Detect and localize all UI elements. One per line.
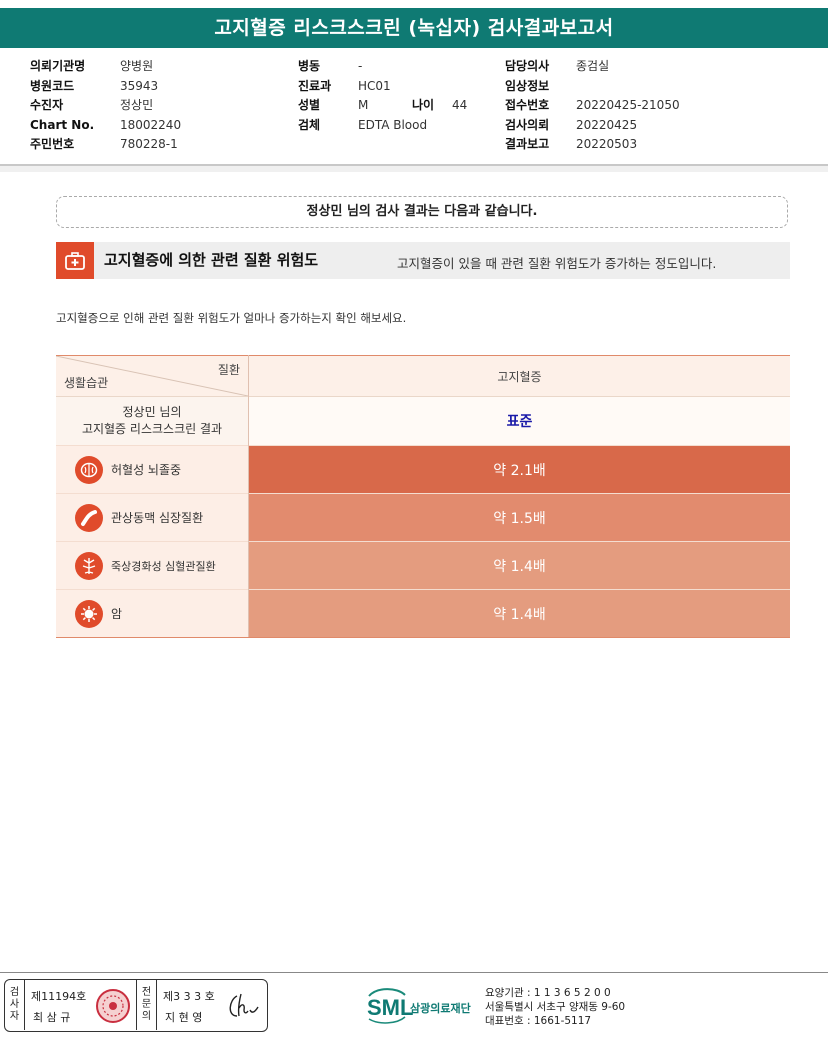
artery-icon <box>75 503 103 532</box>
table-row: 허혈성 뇌졸중 약 2.1배 <box>56 445 790 494</box>
disease-cell: 죽상경화성 심혈관질환 <box>56 541 249 590</box>
header-lifestyle-label: 생활습관 <box>64 376 109 390</box>
meta-key: 수진자 <box>30 98 64 112</box>
tester-label: 검 사 자 <box>5 980 25 1030</box>
meta-value: 20220503 <box>576 137 638 151</box>
column-header: 고지혈증 <box>248 355 790 397</box>
patient-info-column-2: 병동 - 진료과 HC01 성별 M 나이 44 검체 EDTA Blood <box>298 57 467 135</box>
meta-value: 양병원 <box>120 59 154 73</box>
table-row: 죽상경화성 심혈관질환 약 1.4배 <box>56 541 790 590</box>
result-value: 표준 <box>248 396 790 446</box>
meta-value: 20220425 <box>576 117 638 132</box>
disease-cell: 허혈성 뇌졸중 <box>56 445 249 494</box>
header-shadow <box>0 166 828 172</box>
table-header-row: 질환 생활습관 고지혈증 <box>56 355 790 397</box>
doctor-name: 지 현 영 <box>165 1011 203 1024</box>
risk-value: 약 1.4배 <box>248 589 790 638</box>
disease-cell: 관상동맥 심장질환 <box>56 493 249 542</box>
report-title: 고지혈증 리스크스크린 (녹십자) 검사결과보고서 <box>0 8 828 48</box>
meta-key: 의뢰기관명 <box>30 59 86 73</box>
age-key: 나이 <box>412 98 435 112</box>
org-logo-text: SML <box>367 995 413 1020</box>
meta-key: 성별 <box>298 98 321 112</box>
disease-name: 죽상경화성 심혈관질환 <box>111 559 216 573</box>
footer-divider <box>0 972 828 973</box>
cancer-cell-icon <box>75 599 103 628</box>
sml-logo-mark-icon: SML 삼광의료재단 <box>367 988 471 1024</box>
tester-name: 최 삼 규 <box>33 1011 71 1024</box>
vessel-icon <box>75 551 103 580</box>
doctor-license-no: 제3 3 3 호 <box>163 990 215 1003</box>
doctor-signature <box>229 993 259 1017</box>
care-code: 요양기관 : 1 1 3 6 5 2 0 0 <box>485 987 611 999</box>
org-name: 삼광의료재단 <box>410 1001 471 1015</box>
meta-key: 검체 <box>298 117 321 132</box>
meta-value: 35943 <box>120 78 159 93</box>
risk-table: 질환 생활습관 고지혈증 정상민 님의 고지혈증 리스크스크린 결과 표준 허혈… <box>56 355 790 638</box>
disease-name: 허혈성 뇌졸중 <box>111 463 182 477</box>
patient-info-column-3: 담당의사 종검실 임상정보 접수번호 20220425-21050 검사의뢰 2022… <box>505 57 680 155</box>
meta-key: 병원코드 <box>30 78 75 93</box>
meta-value: 20220425-21050 <box>576 98 680 112</box>
address: 서울특별시 서초구 양재동 9-60 <box>485 1001 626 1013</box>
meta-value: EDTA Blood <box>358 117 428 132</box>
disease-name: 관상동맥 심장질환 <box>111 511 204 525</box>
age-value: 44 <box>452 98 468 112</box>
result-label-line-2: 고지혈증 리스크스크린 결과 <box>81 422 223 436</box>
meta-key: 검사의뢰 <box>505 117 550 132</box>
header-corner-cell: 질환 생활습관 <box>56 355 249 397</box>
risk-value: 약 1.4배 <box>248 541 790 590</box>
table-row: 암 약 1.4배 <box>56 589 790 638</box>
first-aid-kit-icon <box>56 242 94 279</box>
meta-key: 접수번호 <box>505 98 550 112</box>
meta-value: M <box>358 98 369 112</box>
meta-value: 780228-1 <box>120 137 178 151</box>
tester-license-no: 제11194호 <box>31 990 87 1003</box>
meta-key: Chart No. <box>30 117 95 132</box>
risk-value: 약 1.5배 <box>248 493 790 542</box>
meta-key: 담당의사 <box>505 59 550 73</box>
section-title: 고지혈증에 의한 관련 질환 위험도 <box>104 251 319 269</box>
meta-key: 주민번호 <box>30 137 75 151</box>
meta-key: 결과보고 <box>505 137 550 151</box>
intro-text: 고지혈증으로 인해 관련 질환 위험도가 얼마나 증가하는지 확인 해보세요. <box>56 311 407 325</box>
meta-value: 정상민 <box>120 98 154 112</box>
result-row: 정상민 님의 고지혈증 리스크스크린 결과 표준 <box>56 396 790 446</box>
meta-key: 임상정보 <box>505 78 550 93</box>
sml-logo: SML 삼광의료재단 <box>366 986 482 1030</box>
meta-key: 진료과 <box>298 78 332 93</box>
section-header: 고지혈증에 의한 관련 질환 위험도 고지혈증이 있을 때 관련 질환 위험도가… <box>56 242 790 279</box>
signature-box: 검 사 자 제11194호 최 삼 규 전 문 의 제3 3 3 호 지 현 영 <box>4 979 268 1032</box>
result-label-line-1: 정상민 님의 <box>122 405 182 419</box>
org-address-block: 요양기관 : 1 1 3 6 5 2 0 0 서울특별시 서초구 양재동 9-6… <box>485 986 625 1028</box>
result-summary-box: 정상민 님의 검사 결과는 다음과 같습니다. <box>56 196 788 228</box>
seal-stamp-icon <box>96 989 130 1023</box>
risk-value: 약 2.1배 <box>248 445 790 494</box>
meta-value: 18002240 <box>120 117 182 132</box>
header-disease-label: 질환 <box>217 363 240 377</box>
doctor-label: 전 문 의 <box>136 980 157 1030</box>
meta-key: 병동 <box>298 59 321 73</box>
section-description: 고지혈증이 있을 때 관련 질환 위험도가 증가하는 정도입니다. <box>397 256 717 271</box>
meta-value: 종검실 <box>576 59 610 73</box>
brain-icon <box>75 455 103 484</box>
meta-value: HC01 <box>358 78 391 93</box>
meta-value: - <box>358 59 363 73</box>
result-label-cell: 정상민 님의 고지혈증 리스크스크린 결과 <box>56 396 249 446</box>
disease-name: 암 <box>111 607 123 621</box>
disease-cell: 암 <box>56 589 249 638</box>
phone: 대표번호 : 1661-5117 <box>485 1015 592 1027</box>
result-summary-text: 정상민 님의 검사 결과는 다음과 같습니다. <box>306 204 538 219</box>
table-row: 관상동맥 심장질환 약 1.5배 <box>56 493 790 542</box>
patient-info-column-1: 의뢰기관명 양병원 병원코드 35943 수진자 정상민 Chart No. 18002… <box>30 57 181 155</box>
